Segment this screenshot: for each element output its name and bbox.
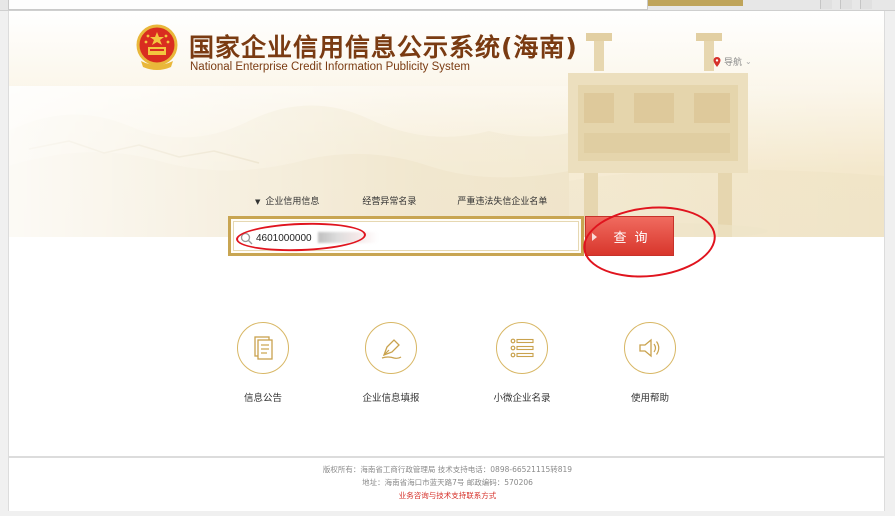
location-pin-icon bbox=[713, 56, 721, 67]
nav-menu-link[interactable]: 导航 ⌄ bbox=[713, 55, 752, 68]
tab-label: 经营异常名录 bbox=[362, 197, 417, 207]
browser-close-button[interactable] bbox=[860, 0, 872, 9]
quick-link-circle bbox=[237, 322, 289, 374]
browser-accent-bar bbox=[648, 0, 743, 6]
browser-maximize-button[interactable] bbox=[840, 0, 852, 9]
list-icon bbox=[510, 338, 534, 358]
tab-serious-violation[interactable]: 严重违法失信企业名单 bbox=[457, 194, 547, 208]
footer-divider bbox=[9, 456, 884, 458]
footer-address: 地址：海南省海口市蓝天路7号 邮政编码：570206 bbox=[362, 478, 533, 487]
browser-tab[interactable] bbox=[8, 0, 648, 10]
quick-link-circle bbox=[496, 322, 548, 374]
pen-icon bbox=[381, 339, 402, 359]
site-subtitle-en: National Enterprise Credit Information P… bbox=[190, 61, 470, 73]
quick-link-label: 企业信息填报 bbox=[362, 393, 420, 404]
quick-link-label: 小微企业名录 bbox=[493, 393, 551, 404]
quick-link-announcement[interactable]: 信息公告 bbox=[213, 322, 313, 404]
footer-contact-link[interactable]: 业务咨询与技术支持联系方式 bbox=[9, 489, 884, 502]
site-title: 国家企业信用信息公示系统(海南) bbox=[189, 33, 578, 62]
tab-label: 企业信用信息 bbox=[265, 197, 320, 207]
quick-link-sme-directory[interactable]: 小微企业名录 bbox=[472, 322, 572, 404]
tab-enterprise-credit[interactable]: ▼ 企业信用信息 bbox=[255, 194, 319, 208]
chevron-down-icon: ⌄ bbox=[745, 57, 752, 66]
quick-link-label: 使用帮助 bbox=[630, 393, 669, 404]
quick-link-label: 信息公告 bbox=[243, 393, 282, 404]
tab-label: 严重违法失信企业名单 bbox=[457, 197, 548, 207]
quick-link-circle bbox=[624, 322, 676, 374]
browser-minimize-button[interactable] bbox=[820, 0, 832, 9]
national-emblem-icon bbox=[136, 24, 178, 70]
footer-copyright: 版权所有：海南省工商行政管理局 技术支持电话：0898-66521115转819 bbox=[322, 465, 573, 474]
speaker-icon bbox=[639, 338, 660, 358]
quick-link-help[interactable]: 使用帮助 bbox=[600, 322, 700, 404]
quick-link-circle bbox=[365, 322, 417, 374]
document-icon bbox=[254, 336, 273, 360]
search-type-tabs: ▼ 企业信用信息 经营异常名录 严重违法失信企业名单 bbox=[255, 194, 547, 208]
tab-abnormal-operation[interactable]: 经营异常名录 bbox=[362, 194, 416, 208]
footer: 版权所有：海南省工商行政管理局 技术支持电话：0898-66521115转819… bbox=[9, 463, 884, 502]
quick-link-report[interactable]: 企业信息填报 bbox=[341, 322, 441, 404]
page: 国家企业信用信息公示系统(海南) National Enterprise Cre… bbox=[8, 11, 885, 511]
browser-tab-strip bbox=[0, 0, 895, 11]
active-tab-arrow-icon: ▼ bbox=[255, 198, 261, 206]
nav-menu-label: 导航 bbox=[724, 58, 743, 68]
